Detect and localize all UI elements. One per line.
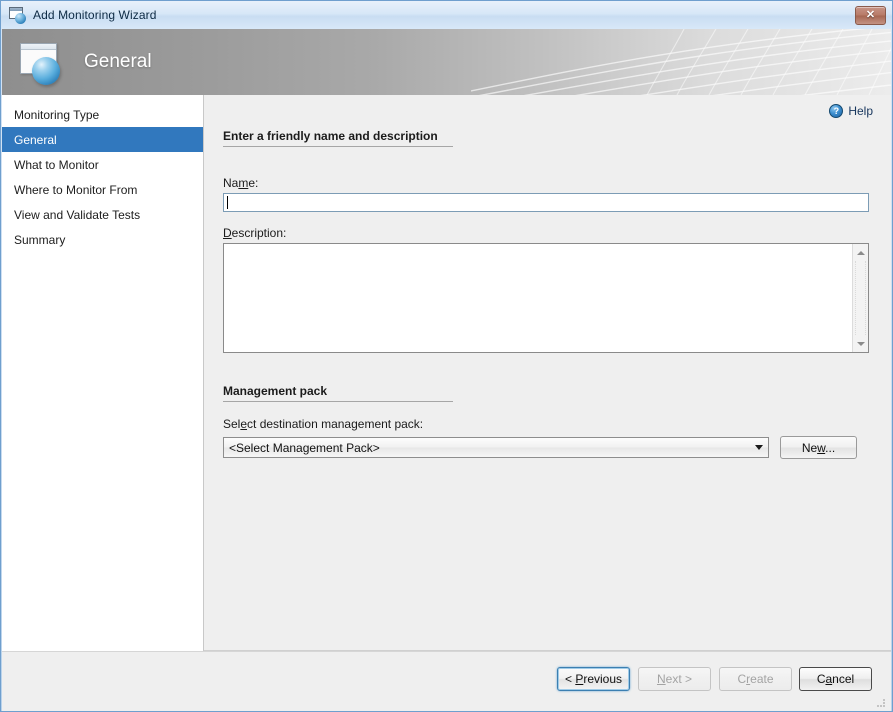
next-button-label: Next > bbox=[656, 672, 693, 686]
sidebar-item-what-to-monitor[interactable]: What to Monitor bbox=[2, 152, 203, 177]
description-label: Description: bbox=[223, 226, 286, 240]
description-textarea[interactable] bbox=[223, 243, 869, 353]
sidebar-item-where-to-monitor-from[interactable]: Where to Monitor From bbox=[2, 177, 203, 202]
cancel-button[interactable]: Cancel bbox=[799, 667, 872, 691]
description-label-part: escription: bbox=[231, 226, 287, 240]
create-button: Create bbox=[719, 667, 792, 691]
wizard-banner: General bbox=[2, 29, 891, 95]
cancel-button-label: Cancel bbox=[816, 672, 855, 686]
wizard-footer: < Previous Next > Create Cancel bbox=[2, 651, 891, 711]
mp-label-part: Sel bbox=[223, 417, 241, 431]
resize-grip[interactable] bbox=[875, 697, 887, 709]
window-title: Add Monitoring Wizard bbox=[33, 8, 157, 22]
page-title: General bbox=[84, 51, 152, 72]
previous-button-label: < Previous bbox=[564, 672, 623, 686]
management-pack-dropdown[interactable]: <Select Management Pack> bbox=[223, 437, 769, 458]
mp-label-part: ct destination management pack: bbox=[247, 417, 424, 431]
name-label-accel: m bbox=[238, 176, 249, 190]
section-heading-name-description: Enter a friendly name and description bbox=[223, 129, 453, 147]
sidebar-item-monitoring-type[interactable]: Monitoring Type bbox=[2, 102, 203, 127]
chevron-down-icon bbox=[750, 445, 768, 450]
banner-icon bbox=[18, 41, 64, 85]
scroll-up-arrow-icon[interactable] bbox=[853, 245, 868, 260]
sidebar-item-label: What to Monitor bbox=[14, 157, 99, 172]
next-button: Next > bbox=[638, 667, 711, 691]
wizard-content-pane: ? Help Enter a friendly name and descrip… bbox=[204, 95, 891, 651]
sidebar-item-label: Where to Monitor From bbox=[14, 182, 138, 197]
banner-mesh-decoration bbox=[471, 29, 891, 95]
sidebar-item-label: View and Validate Tests bbox=[14, 207, 141, 222]
help-icon: ? bbox=[829, 104, 844, 118]
management-pack-selected-value: <Select Management Pack> bbox=[229, 440, 380, 455]
description-label-accel: D bbox=[223, 226, 232, 240]
name-input[interactable] bbox=[223, 193, 869, 212]
sidebar-item-label: General bbox=[14, 132, 57, 147]
previous-button[interactable]: < Previous bbox=[557, 667, 630, 691]
close-button[interactable]: ✕ bbox=[855, 6, 886, 25]
title-bar: Add Monitoring Wizard ✕ bbox=[1, 1, 892, 29]
sidebar-item-view-and-validate-tests[interactable]: View and Validate Tests bbox=[2, 202, 203, 227]
new-button-label: New... bbox=[801, 440, 836, 455]
wizard-steps-sidebar: Monitoring Type General What to Monitor … bbox=[2, 95, 204, 651]
window-icon bbox=[9, 7, 27, 24]
sidebar-item-summary[interactable]: Summary bbox=[2, 227, 203, 252]
section-heading-management-pack: Management pack bbox=[223, 384, 453, 402]
name-label-part: e: bbox=[248, 176, 259, 190]
help-label: Help bbox=[848, 104, 873, 118]
close-icon: ✕ bbox=[865, 9, 876, 21]
text-caret bbox=[227, 196, 228, 209]
sidebar-item-label: Monitoring Type bbox=[14, 107, 100, 122]
scrollbar-track bbox=[855, 261, 866, 335]
sidebar-item-general[interactable]: General bbox=[2, 127, 203, 152]
name-label-part: Na bbox=[223, 176, 239, 190]
scroll-down-arrow-icon[interactable] bbox=[853, 336, 868, 351]
create-button-label: Create bbox=[737, 672, 774, 686]
sidebar-item-label: Summary bbox=[14, 232, 66, 247]
description-scrollbar[interactable] bbox=[852, 244, 868, 352]
new-management-pack-button[interactable]: New... bbox=[780, 436, 857, 459]
wizard-window: Add Monitoring Wizard ✕ General Monitori… bbox=[0, 0, 893, 712]
management-pack-label: Select destination management pack: bbox=[223, 417, 423, 431]
help-link[interactable]: ? Help bbox=[829, 104, 873, 118]
name-label: Name: bbox=[223, 176, 258, 190]
